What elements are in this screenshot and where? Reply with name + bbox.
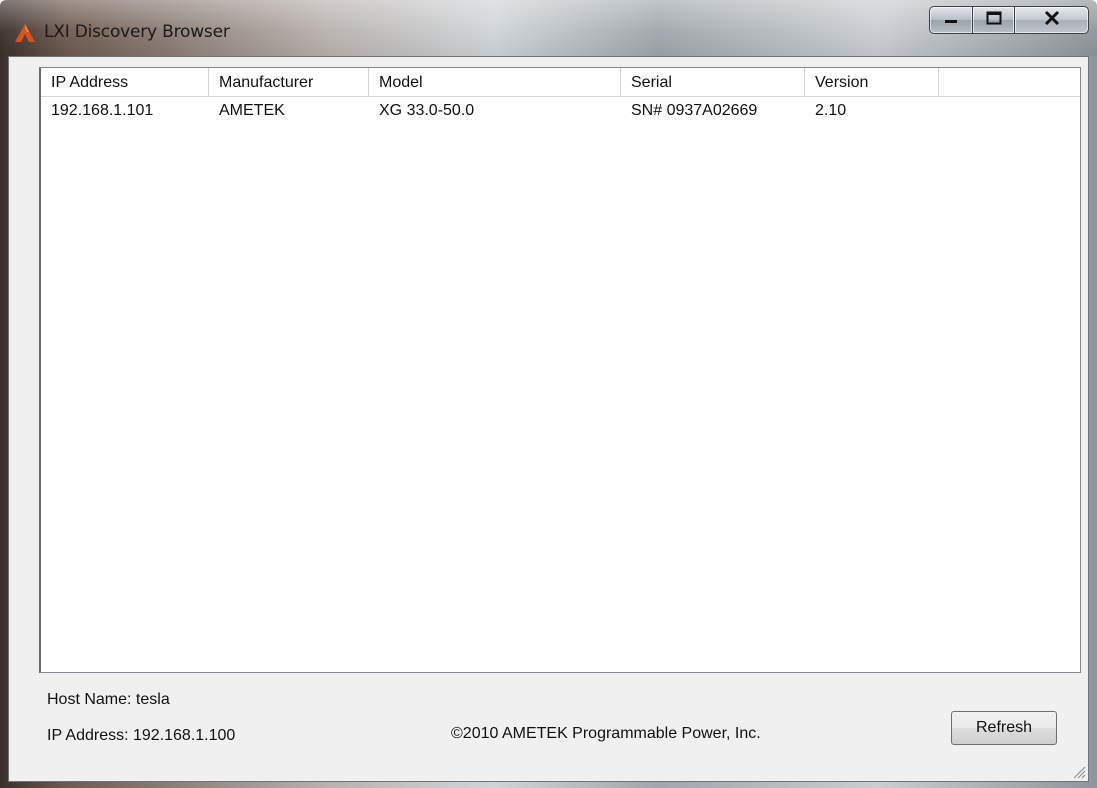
cell-ip-address: 192.168.1.101 [51,102,154,119]
table-row[interactable]: 192.168.1.101 AMETEK XG 33.0-50.0 SN# 09… [41,96,1080,126]
column-header-serial[interactable]: Serial [621,68,805,96]
column-header-manufacturer[interactable]: Manufacturer [209,68,369,96]
column-header-version[interactable]: Version [805,68,939,96]
device-list[interactable]: IP Address Manufacturer Model Serial Ver… [39,67,1081,673]
column-header-model[interactable]: Model [369,68,621,96]
column-header-empty[interactable] [939,68,1080,96]
host-name-label: Host Name: tesla [47,691,170,708]
client-area: IP Address Manufacturer Model Serial Ver… [8,56,1089,782]
minimize-button[interactable] [929,6,973,34]
ip-address-label: IP Address: 192.168.1.100 [47,727,236,744]
cell-serial: SN# 0937A02669 [631,102,758,119]
list-header: IP Address Manufacturer Model Serial Ver… [41,68,1080,97]
close-button[interactable] [1015,6,1089,34]
refresh-button[interactable]: Refresh [951,711,1057,745]
maximize-icon [986,11,1002,30]
list-rows: 192.168.1.101 AMETEK XG 33.0-50.0 SN# 09… [41,96,1080,126]
maximize-button[interactable] [973,6,1015,34]
column-header-ip-address[interactable]: IP Address [41,68,209,96]
cell-model: XG 33.0-50.0 [379,102,475,119]
cell-empty [939,96,1080,126]
close-icon [1044,10,1060,31]
window-title: LXI Discovery Browser [44,22,230,42]
cell-version: 2.10 [815,102,847,119]
copyright-text: ©2010 AMETEK Programmable Power, Inc. [451,725,761,742]
resize-grip-icon[interactable] [1070,763,1086,779]
cell-manufacturer: AMETEK [219,102,285,119]
caption-buttons [929,6,1089,36]
app-window: LXI Discovery Browser IP Address Manufac… [0,0,1097,788]
title-bar[interactable]: LXI Discovery Browser [0,0,1097,56]
ametek-logo-icon[interactable] [14,22,36,44]
minimize-icon [944,11,958,30]
